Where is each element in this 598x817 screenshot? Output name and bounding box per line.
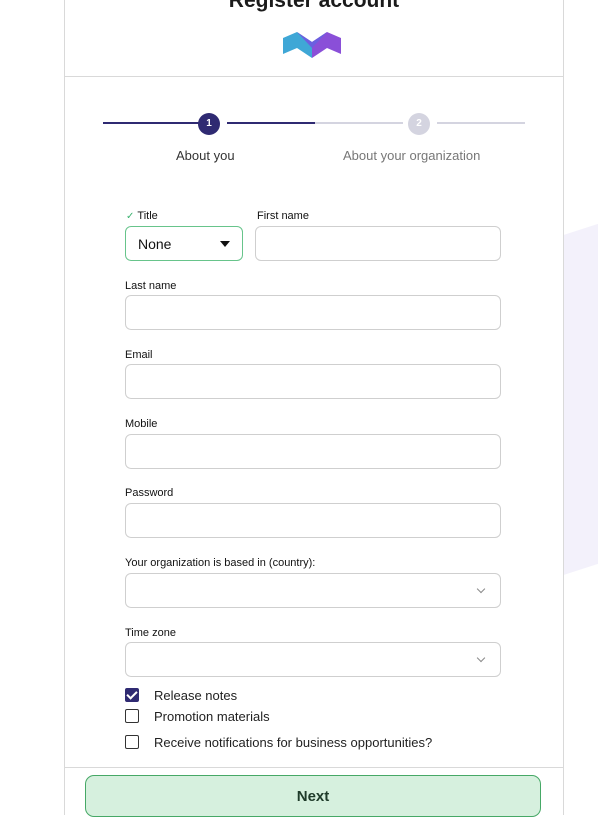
promotion-materials-checkbox[interactable] [125,709,139,723]
first-name-input[interactable] [255,226,501,261]
step-2-circle: 2 [408,113,430,135]
step-2-label: About your organization [343,148,481,163]
promotion-materials-option[interactable]: Promotion materials [125,707,270,725]
step-line-3 [315,122,403,124]
first-name-label: First name [257,210,309,222]
title-label: ✓ Title [126,210,158,222]
step-line-2 [227,122,315,124]
title-select[interactable]: None [125,226,243,261]
chevron-down-icon [476,584,486,594]
page-title: Register account [228,0,400,12]
mobile-input[interactable] [125,434,501,469]
background-decoration [560,223,598,577]
release-notes-checkbox[interactable] [125,688,139,702]
last-name-input[interactable] [125,295,501,330]
release-notes-option[interactable]: Release notes [125,686,237,704]
business-notifications-label: Receive notifications for business oppor… [154,734,433,750]
step-1-circle: 1 [198,113,220,135]
progress-stepper: 1 2 About you About your organization [65,110,563,170]
next-button[interactable]: Next [85,775,541,817]
email-input[interactable] [125,364,501,399]
timezone-select[interactable] [125,642,501,677]
last-name-label: Last name [125,280,177,292]
register-card: Register account 1 2 About you About you… [64,0,564,817]
country-select[interactable] [125,573,501,608]
country-label: Your organization is based in (country): [125,557,316,569]
valid-check-icon: ✓ [126,211,135,222]
password-label: Password [125,487,174,499]
caret-down-icon [220,240,230,247]
business-notifications-checkbox[interactable] [125,735,139,749]
timezone-label: Time zone [125,627,176,639]
mobile-label: Mobile [125,418,158,430]
email-label: Email [125,349,153,361]
step-1-label: About you [176,148,235,163]
release-notes-label: Release notes [154,687,238,703]
title-select-value: None [138,235,172,252]
password-input[interactable] [125,503,501,538]
card-header: Register account [65,0,563,77]
brand-logo-icon [283,32,341,58]
step-line-1 [103,122,199,124]
chevron-down-icon [476,653,486,663]
business-notifications-option[interactable]: Receive notifications for business oppor… [125,733,432,751]
card-footer: Next [65,767,563,817]
promotion-materials-label: Promotion materials [154,708,270,724]
step-line-4 [437,122,525,124]
